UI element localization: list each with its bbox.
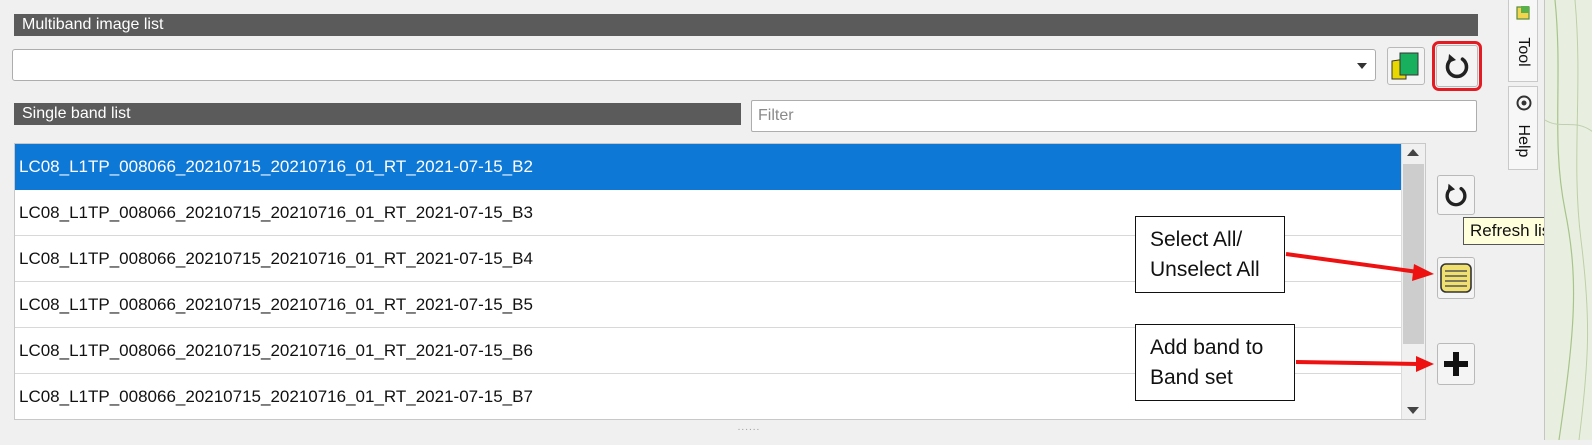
scrollbar-thumb[interactable] — [1403, 164, 1424, 344]
refresh-icon — [1445, 54, 1469, 79]
help-tab-icon — [1516, 95, 1532, 111]
plus-icon — [1444, 352, 1468, 376]
add-band-callout-line2: Band set — [1150, 366, 1233, 389]
tool-tab-icon — [1516, 6, 1530, 20]
band-list-item[interactable]: LC08_L1TP_008066_20210715_20210716_01_RT… — [15, 144, 1401, 190]
select-all-callout-line1: Select All/ — [1150, 228, 1243, 251]
singleband-list-header: Single band list — [14, 103, 741, 125]
multiband-list-header-label: Multiband image list — [22, 16, 164, 33]
filter-field[interactable] — [751, 100, 1477, 132]
tab-tool-label: Tool — [1515, 37, 1532, 67]
tab-help-label: Help — [1515, 124, 1532, 158]
scroll-up-icon[interactable] — [1407, 149, 1419, 156]
multiband-list-header: Multiband image list — [14, 14, 1478, 36]
multiband-layers-button[interactable] — [1387, 47, 1425, 85]
add-band-button[interactable] — [1437, 343, 1475, 385]
select-all-callout-line2: Unselect All — [1150, 258, 1260, 281]
add-band-callout: Add band to Band set — [1135, 324, 1295, 401]
scroll-down-icon[interactable] — [1407, 407, 1419, 414]
map-canvas-edge — [1544, 0, 1592, 441]
list-scrollbar[interactable] — [1401, 144, 1425, 419]
select-all-icon — [1440, 263, 1472, 293]
layers-icon — [1391, 52, 1419, 80]
map-features — [1544, 0, 1592, 441]
tooltip-text: Refresh list — [1470, 221, 1556, 240]
refresh-list-button[interactable] — [1437, 175, 1475, 215]
singleband-list-header-label: Single band list — [22, 105, 131, 122]
select-all-button[interactable] — [1437, 257, 1475, 299]
add-band-callout-line1: Add band to — [1150, 336, 1264, 359]
tab-tool[interactable]: Tool — [1508, 0, 1538, 82]
splitter-handle[interactable]: ...... — [734, 422, 764, 433]
refresh-icon — [1445, 183, 1467, 207]
multiband-image-combo[interactable] — [12, 49, 1376, 81]
chevron-down-icon — [1357, 63, 1367, 69]
tab-help[interactable]: Help — [1508, 86, 1538, 170]
select-all-callout: Select All/ Unselect All — [1135, 216, 1285, 293]
refresh-multiband-button[interactable] — [1432, 41, 1482, 91]
filter-input[interactable] — [752, 101, 1476, 131]
